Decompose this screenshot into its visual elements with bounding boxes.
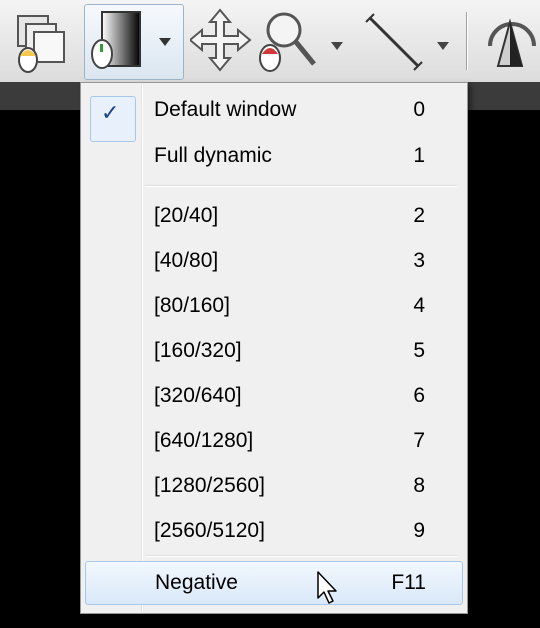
menu-item-label: Negative <box>155 571 238 594</box>
menu-item-shortcut: 7 <box>413 429 425 452</box>
menu-item-shortcut: 2 <box>413 204 425 227</box>
menu-item-80-160[interactable]: [80/160] 4 <box>85 285 461 325</box>
menu-item-label: [20/40] <box>154 204 219 227</box>
menu-item-label: [2560/5120] <box>154 519 265 542</box>
dropdown-arrow-icon[interactable] <box>322 8 352 74</box>
menu-item-label: [40/80] <box>154 249 219 272</box>
menu-item-shortcut: 1 <box>413 144 425 167</box>
menu-separator <box>145 185 457 187</box>
menu-item-1280-2560[interactable]: [1280/2560] 8 <box>85 465 461 505</box>
menu-item-label: [160/320] <box>154 339 242 362</box>
check-icon: ✓ <box>101 101 120 126</box>
menu-item-shortcut: 3 <box>413 249 425 272</box>
menu-item-label: [320/640] <box>154 384 242 407</box>
menu-item-2560-5120[interactable]: [2560/5120] 9 <box>85 510 461 550</box>
menu-item-shortcut: 9 <box>413 519 425 542</box>
dropdown-arrow-icon[interactable] <box>428 8 458 74</box>
window-level-dropdown-menu: ✓ Default window 0 Full dynamic 1 [20/40… <box>80 82 468 614</box>
menu-item-negative[interactable]: Negative F11 <box>85 561 463 605</box>
menu-item-640-1280[interactable]: [640/1280] 7 <box>85 420 461 460</box>
measure-line-icon[interactable] <box>364 8 424 74</box>
mouse-pointer-icon <box>316 570 340 611</box>
rotate-3d-icon[interactable] <box>480 8 540 74</box>
menu-item-label: Default window <box>154 98 297 121</box>
menu-item-label: [80/160] <box>154 294 230 317</box>
menu-item-160-320[interactable]: [160/320] 5 <box>85 330 461 370</box>
menu-item-20-40[interactable]: [20/40] 2 <box>85 195 461 235</box>
pan-icon[interactable] <box>190 8 252 74</box>
layers-icon[interactable] <box>8 8 68 74</box>
toolbar-separator <box>466 12 468 70</box>
menu-item-shortcut: F11 <box>391 571 426 594</box>
menu-item-40-80[interactable]: [40/80] 3 <box>85 240 461 280</box>
menu-item-shortcut: 6 <box>413 384 425 407</box>
menu-item-label: Full dynamic <box>154 144 272 167</box>
dropdown-arrow-icon[interactable] <box>150 8 180 74</box>
menu-item-shortcut: 4 <box>413 294 425 317</box>
menu-item-shortcut: 8 <box>413 474 425 497</box>
window-level-icon[interactable] <box>88 8 148 74</box>
menu-item-shortcut: 0 <box>413 98 425 121</box>
menu-item-label: [640/1280] <box>154 429 254 452</box>
menu-item-default-window[interactable]: ✓ Default window 0 <box>85 89 461 142</box>
menu-separator <box>145 555 457 557</box>
menu-item-label: [1280/2560] <box>154 474 265 497</box>
toolbar <box>0 0 540 82</box>
menu-item-full-dynamic[interactable]: Full dynamic 1 <box>85 135 461 175</box>
zoom-icon[interactable] <box>256 8 316 74</box>
menu-item-shortcut: 5 <box>413 339 425 362</box>
menu-item-320-640[interactable]: [320/640] 6 <box>85 375 461 415</box>
